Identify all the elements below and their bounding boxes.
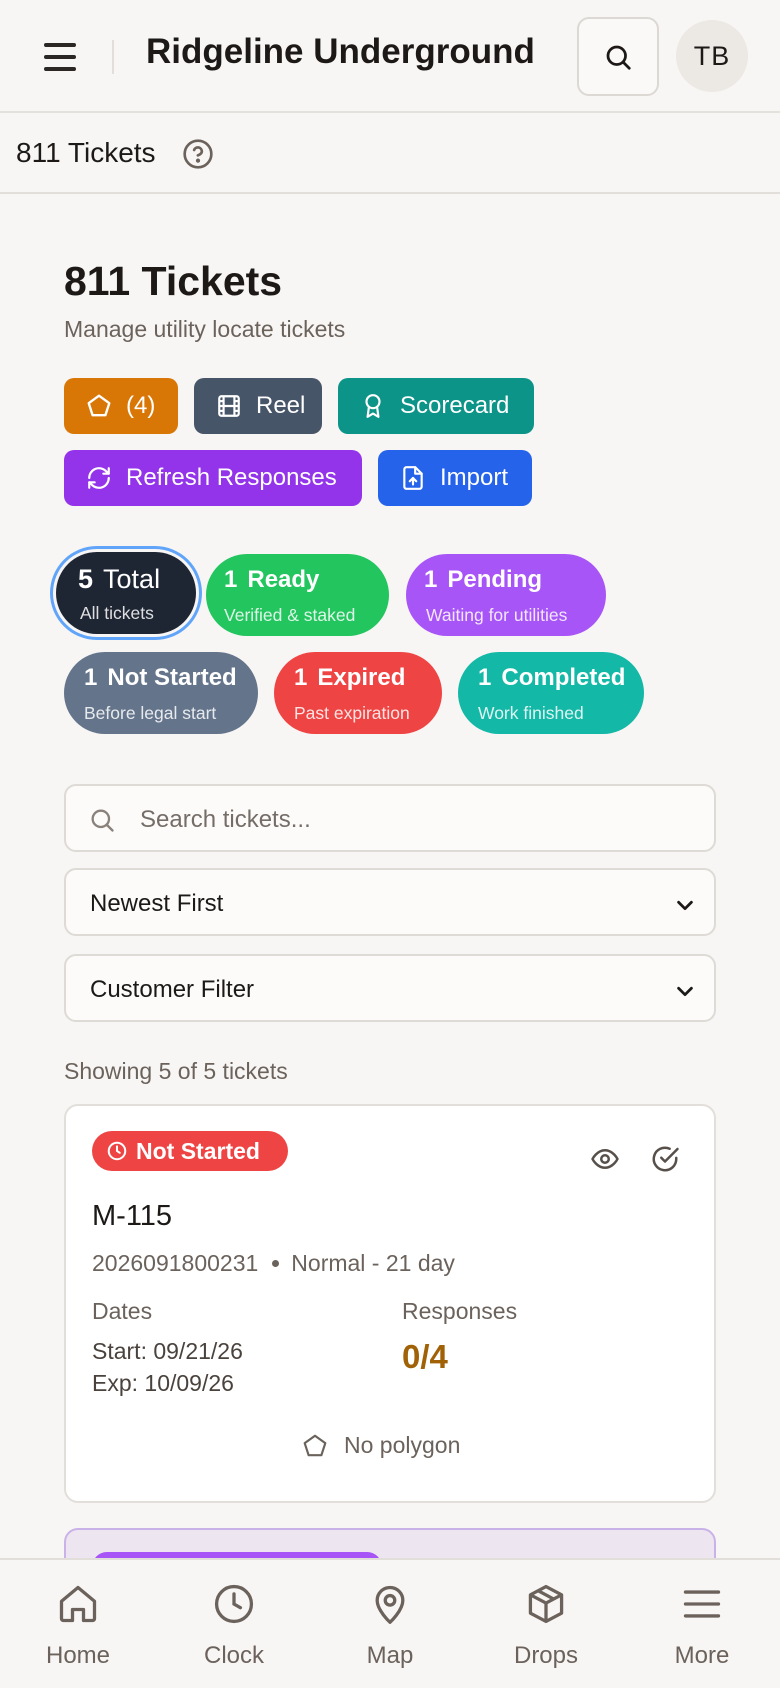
reel-label: Reel xyxy=(256,392,306,419)
polygons-count: (4) xyxy=(126,392,156,419)
nav-more[interactable]: More xyxy=(624,1560,780,1688)
filter-pill-not-started[interactable]: 1 Not Started Before legal start xyxy=(64,652,258,734)
breadcrumb-title: 811 Tickets xyxy=(16,137,156,168)
filter-count: 1 xyxy=(84,664,98,691)
top-bar: Ridgeline Underground TB xyxy=(0,0,780,113)
chevron-down-icon xyxy=(677,986,693,997)
customer-filter-selected: Customer Filter xyxy=(90,976,255,1003)
map-pin-icon xyxy=(375,1585,405,1624)
filter-pill-ready[interactable]: 1 Ready Verified & staked xyxy=(206,554,389,636)
eye-icon[interactable] xyxy=(590,1144,620,1174)
polygon-status: No polygon xyxy=(302,1432,460,1459)
separator-dot xyxy=(272,1260,280,1267)
filter-sub: Verified & staked xyxy=(224,605,356,625)
responses-value: 0/4 xyxy=(402,1338,448,1375)
status-badge-label: Not Started xyxy=(136,1137,260,1164)
scorecard-button[interactable]: Scorecard xyxy=(338,378,534,434)
chevron-down-icon xyxy=(677,900,693,911)
customer-filter-select[interactable]: Customer Filter xyxy=(64,954,716,1022)
package-icon xyxy=(528,1584,564,1624)
sort-select[interactable]: Newest First xyxy=(64,868,716,936)
nav-home[interactable]: Home xyxy=(0,1560,156,1688)
nav-drops-label: Drops xyxy=(513,1642,579,1669)
search-input-placeholder: Search tickets... xyxy=(140,806,311,833)
filter-pill-total[interactable]: 5 Total All tickets xyxy=(56,552,196,634)
search-icon xyxy=(606,45,631,70)
filter-label: Total xyxy=(103,564,161,594)
sort-selected: Newest First xyxy=(90,890,224,917)
refresh-icon xyxy=(88,467,110,489)
pentagon-icon xyxy=(87,394,111,417)
filter-pill-pending[interactable]: 1 Pending Waiting for utilities xyxy=(406,554,606,636)
page-subtitle: Manage utility locate tickets xyxy=(64,316,346,342)
import-label: Import xyxy=(440,464,509,491)
filter-sub: Past expiration xyxy=(294,703,410,723)
polygons-button[interactable]: (4) xyxy=(64,378,178,434)
filter-count: 1 xyxy=(294,664,308,691)
filter-count: 1 xyxy=(424,566,438,593)
filter-sub: Before legal start xyxy=(84,703,217,723)
search-icon xyxy=(91,809,114,832)
nav-home-label: Home xyxy=(45,1642,111,1669)
exp-date: Exp: 10/09/26 xyxy=(92,1370,234,1396)
nav-map-label: Map xyxy=(366,1642,414,1669)
ticket-card[interactable]: Not Started M-115 2026091800231 Normal - … xyxy=(64,1104,716,1503)
home-icon xyxy=(59,1585,97,1623)
nav-map[interactable]: Map xyxy=(312,1560,468,1688)
help-icon[interactable] xyxy=(182,138,214,170)
menu-icon xyxy=(683,1590,721,1618)
ticket-id: M-115 xyxy=(92,1200,173,1232)
dates-label: Dates xyxy=(92,1298,153,1324)
filter-label: Ready xyxy=(247,566,320,593)
results-count: Showing 5 of 5 tickets xyxy=(64,1058,288,1084)
refresh-responses-label: Refresh Responses xyxy=(126,464,337,491)
bottom-nav: Home Clock Map Drops More xyxy=(0,1558,780,1688)
divider xyxy=(112,40,114,74)
film-icon xyxy=(218,395,240,417)
pentagon-icon xyxy=(303,1434,327,1456)
responses-label: Responses xyxy=(402,1298,518,1324)
file-upload-icon xyxy=(403,466,423,490)
status-badge: Not Started xyxy=(92,1131,288,1171)
filter-sub: Work finished xyxy=(478,703,584,723)
check-circle-icon[interactable] xyxy=(650,1144,680,1174)
breadcrumb-bar: 811 Tickets xyxy=(0,113,780,194)
filter-pill-completed[interactable]: 1 Completed Work finished xyxy=(458,652,644,734)
ticket-priority: Normal - 21 day xyxy=(291,1250,455,1276)
ticket-number: 2026091800231 xyxy=(92,1250,259,1276)
filter-label: Completed xyxy=(501,664,626,691)
clock-icon xyxy=(214,1584,254,1624)
reel-button[interactable]: Reel xyxy=(194,378,322,434)
filter-sub: Waiting for utilities xyxy=(426,605,568,625)
nav-clock[interactable]: Clock xyxy=(156,1560,312,1688)
filter-count: 5 xyxy=(78,564,94,594)
scorecard-label: Scorecard xyxy=(400,392,510,419)
filter-count: 1 xyxy=(478,664,492,691)
search-field[interactable]: Search tickets... xyxy=(64,784,716,852)
filter-sub: All tickets xyxy=(80,603,154,623)
filter-count: 1 xyxy=(224,566,238,593)
avatar[interactable]: TB xyxy=(676,20,748,92)
start-date: Start: 09/21/26 xyxy=(92,1338,243,1364)
polygon-status-label: No polygon xyxy=(344,1432,461,1458)
filter-label: Pending xyxy=(447,566,543,593)
app-title: Ridgeline Underground xyxy=(146,32,535,71)
clock-icon xyxy=(107,1141,127,1161)
search-button[interactable] xyxy=(577,17,659,96)
award-icon xyxy=(365,394,381,418)
filter-label: Expired xyxy=(317,664,406,691)
nav-clock-label: Clock xyxy=(203,1642,264,1669)
nav-more-label: More xyxy=(674,1642,730,1669)
import-button[interactable]: Import xyxy=(378,450,532,506)
hamburger-menu-icon[interactable] xyxy=(40,38,80,74)
filter-label: Not Started xyxy=(107,664,237,691)
ticket-meta: 2026091800231 Normal - 21 day xyxy=(92,1250,455,1277)
filter-pill-expired[interactable]: 1 Expired Past expiration xyxy=(274,652,442,734)
page-title: 811 Tickets xyxy=(64,258,283,304)
nav-drops[interactable]: Drops xyxy=(468,1560,624,1688)
refresh-responses-button[interactable]: Refresh Responses xyxy=(64,450,362,506)
